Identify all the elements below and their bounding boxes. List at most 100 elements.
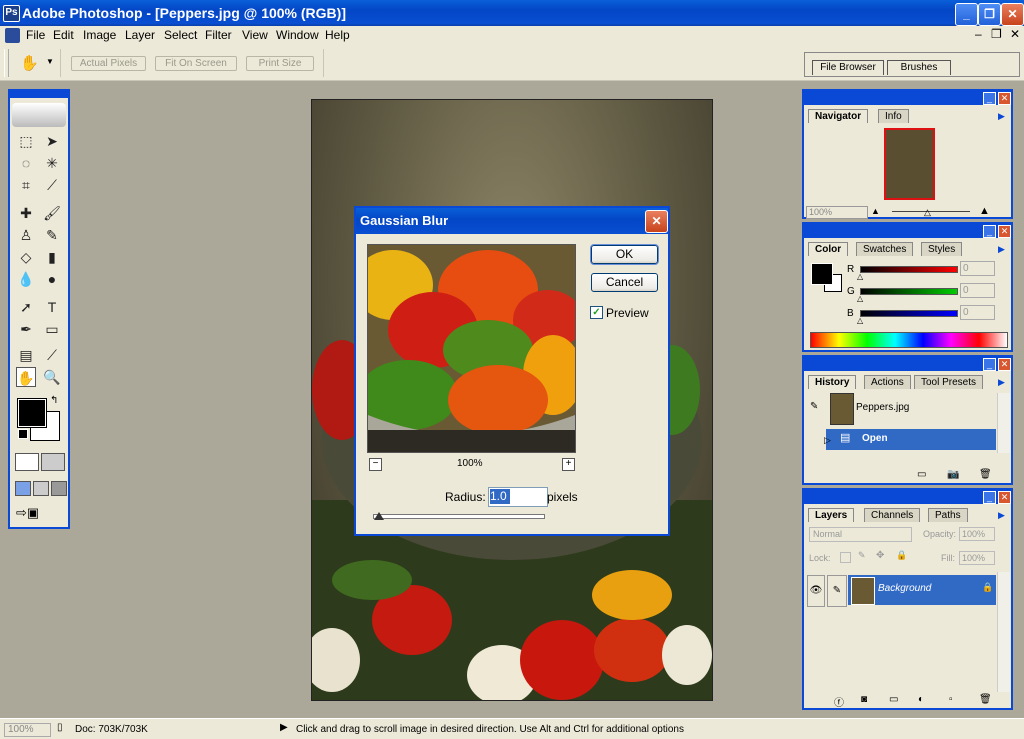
color-foreground-swatch[interactable]: [811, 263, 833, 285]
doc-close-icon[interactable]: ✕: [1010, 27, 1020, 41]
restore-button[interactable]: ❐: [978, 3, 1001, 26]
lock-position-icon[interactable]: ✥: [876, 550, 884, 561]
menu-filter[interactable]: Filter: [205, 28, 232, 42]
pen-tool-icon[interactable]: ✒: [16, 319, 36, 339]
panel-close-button[interactable]: ✕: [998, 225, 1011, 238]
layer-mask-icon[interactable]: ◙: [861, 694, 867, 705]
type-tool-icon[interactable]: T: [42, 297, 62, 317]
green-slider[interactable]: [860, 288, 958, 295]
panel-minimize-button[interactable]: _: [983, 491, 996, 504]
tab-info[interactable]: Info: [878, 109, 909, 123]
file-browser-tab[interactable]: File Browser: [812, 60, 884, 75]
doc-restore-icon[interactable]: ❐: [991, 27, 1002, 41]
close-button[interactable]: ✕: [1001, 3, 1024, 26]
toolbox-title-bar[interactable]: [10, 91, 68, 98]
path-selection-tool-icon[interactable]: ➚: [16, 297, 36, 317]
status-doc-size[interactable]: Doc: 703K/703K: [75, 724, 148, 735]
full-screen-mode-icon[interactable]: [51, 481, 67, 496]
navigator-zoom-slider[interactable]: [892, 211, 970, 212]
radius-slider-thumb[interactable]: [374, 512, 384, 520]
navigator-zoom-field[interactable]: 100%: [806, 206, 868, 219]
zoom-in-icon[interactable]: ▲: [979, 205, 990, 217]
eraser-tool-icon[interactable]: ◇: [16, 247, 36, 267]
panel-title-bar[interactable]: _ ✕: [804, 357, 1011, 371]
tab-layers[interactable]: Layers: [808, 508, 855, 522]
print-size-button[interactable]: Print Size: [246, 56, 314, 71]
red-value-field[interactable]: 0: [960, 261, 995, 276]
brush-tool-icon[interactable]: 🖌: [42, 203, 62, 223]
lasso-tool-icon[interactable]: ◌: [16, 153, 36, 173]
panel-minimize-button[interactable]: _: [983, 225, 996, 238]
radius-slider-track[interactable]: [373, 514, 545, 519]
menu-file[interactable]: File: [26, 28, 45, 42]
blur-tool-icon[interactable]: 💧: [16, 269, 36, 289]
document-icon[interactable]: [5, 28, 20, 43]
menu-help[interactable]: Help: [325, 28, 350, 42]
menu-edit[interactable]: Edit: [53, 28, 74, 42]
lock-image-icon[interactable]: ✎: [858, 550, 866, 561]
tab-history[interactable]: History: [808, 375, 857, 389]
preview-checkbox[interactable]: ✓: [590, 306, 603, 319]
status-zoom-field[interactable]: 100%: [4, 723, 51, 737]
photoshop-app-icon[interactable]: Ps: [3, 5, 20, 22]
minimize-button[interactable]: _: [955, 3, 978, 26]
foreground-color-swatch[interactable]: [17, 398, 47, 428]
zoom-tool-icon[interactable]: 🔍: [42, 367, 62, 387]
layer-visibility-eye-icon[interactable]: 👁: [807, 575, 825, 607]
delete-state-icon[interactable]: 🗑: [979, 469, 992, 480]
new-document-from-state-icon[interactable]: ▭: [917, 469, 926, 480]
panel-menu-icon[interactable]: ▶: [998, 377, 1005, 388]
clone-stamp-tool-icon[interactable]: ♙: [16, 225, 36, 245]
zoom-out-button[interactable]: −: [369, 458, 382, 471]
history-state-slider-icon[interactable]: ▷: [824, 435, 831, 446]
new-layer-set-icon[interactable]: ▭: [889, 694, 898, 705]
history-brush-tool-icon[interactable]: ✎: [42, 225, 62, 245]
hand-tool-icon[interactable]: ✋: [20, 54, 39, 72]
delete-layer-icon[interactable]: 🗑: [979, 694, 992, 705]
panel-title-bar[interactable]: _ ✕: [804, 490, 1011, 504]
tab-paths[interactable]: Paths: [928, 508, 968, 522]
menu-layer[interactable]: Layer: [125, 28, 155, 42]
move-tool-icon[interactable]: ➤: [42, 131, 62, 151]
standard-mode-icon[interactable]: [15, 453, 39, 471]
layer-style-icon[interactable]: ⓕ: [834, 694, 844, 709]
color-ramp[interactable]: [810, 332, 1008, 348]
panel-minimize-button[interactable]: _: [983, 358, 996, 371]
snapshot-name[interactable]: Peppers.jpg: [856, 402, 909, 413]
standard-screen-mode-icon[interactable]: [15, 481, 31, 496]
jump-to-imageready-icon[interactable]: ⇨▣: [16, 505, 39, 521]
status-arrow-icon[interactable]: ▶: [280, 722, 288, 733]
lock-transparency-icon[interactable]: [840, 552, 851, 563]
blur-preview-area[interactable]: [367, 244, 576, 453]
zoom-in-button[interactable]: +: [562, 458, 575, 471]
tab-tool-presets[interactable]: Tool Presets: [914, 375, 984, 389]
panel-menu-icon[interactable]: ▶: [998, 510, 1005, 521]
tool-preset-dropdown-icon[interactable]: ▼: [46, 57, 54, 66]
eyedropper-tool-icon[interactable]: ⟋: [42, 345, 62, 365]
panel-minimize-button[interactable]: _: [983, 92, 996, 105]
swap-colors-icon[interactable]: ↰: [50, 395, 58, 406]
history-state-open[interactable]: ▤ Open: [826, 429, 996, 450]
history-brush-source-icon[interactable]: ✎: [810, 401, 818, 412]
layer-brush-icon[interactable]: ✎: [827, 575, 847, 607]
gradient-tool-icon[interactable]: ▮: [42, 247, 62, 267]
panel-close-button[interactable]: ✕: [998, 358, 1011, 371]
adobe-online-logo[interactable]: [12, 103, 66, 127]
blue-slider-thumb[interactable]: △: [857, 316, 863, 325]
tab-swatches[interactable]: Swatches: [856, 242, 914, 256]
panel-title-bar[interactable]: _ ✕: [804, 91, 1011, 105]
history-scrollbar[interactable]: [997, 393, 1010, 453]
notes-tool-icon[interactable]: ▤: [16, 345, 36, 365]
green-slider-thumb[interactable]: △: [857, 294, 863, 303]
quick-mask-mode-icon[interactable]: [41, 453, 65, 471]
menu-window[interactable]: Window: [276, 28, 319, 42]
full-screen-menu-mode-icon[interactable]: [33, 481, 49, 496]
layers-scrollbar[interactable]: [997, 572, 1010, 692]
tab-actions[interactable]: Actions: [864, 375, 911, 389]
panel-close-button[interactable]: ✕: [998, 92, 1011, 105]
hand-tool-icon[interactable]: ✋: [16, 367, 36, 387]
fit-on-screen-button[interactable]: Fit On Screen: [155, 56, 237, 71]
panel-close-button[interactable]: ✕: [998, 491, 1011, 504]
blend-mode-select[interactable]: Normal: [809, 527, 912, 542]
panel-title-bar[interactable]: _ ✕: [804, 224, 1011, 238]
